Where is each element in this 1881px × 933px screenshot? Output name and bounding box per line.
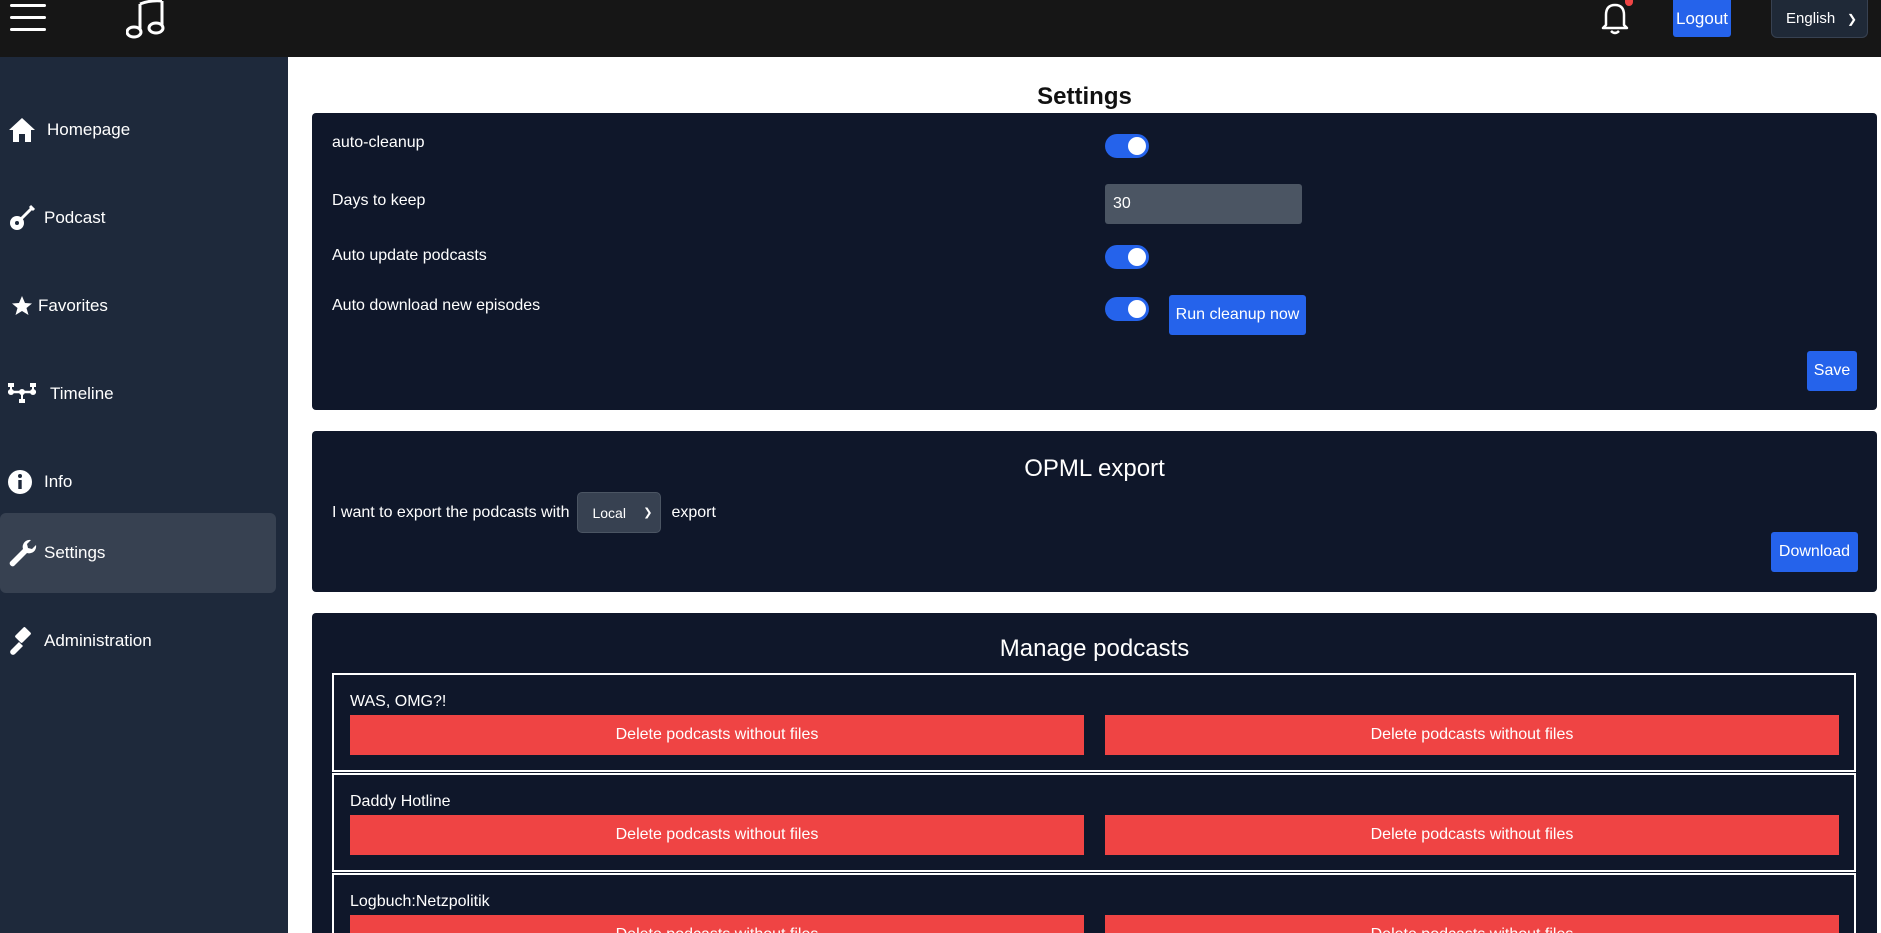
download-button[interactable]: Download xyxy=(1771,532,1858,572)
opml-export-line: I want to export the podcasts with Local… xyxy=(332,492,716,533)
gavel-icon xyxy=(10,627,31,655)
logout-button[interactable]: Logout xyxy=(1673,0,1731,37)
auto-cleanup-label: auto-cleanup xyxy=(332,134,425,151)
delete-podcasts-button[interactable]: Delete podcasts without files xyxy=(350,915,1084,933)
sidebar-item-homepage[interactable]: Homepage xyxy=(0,90,276,170)
delete-podcasts-button[interactable]: Delete podcasts without files xyxy=(1105,915,1839,933)
sidebar-item-settings[interactable]: Settings xyxy=(0,513,276,593)
page-title: Settings xyxy=(1037,83,1132,110)
sidebar-item-administration[interactable]: Administration xyxy=(0,601,276,681)
chevron-down-icon: ❯ xyxy=(643,507,653,519)
sidebar: Homepage Podcast Favorites Timeline Info… xyxy=(0,57,288,933)
guitar-icon xyxy=(10,204,36,230)
settings-card: auto-cleanup Days to keep Auto update po… xyxy=(312,113,1877,410)
menu-icon[interactable] xyxy=(8,2,48,32)
delete-podcasts-button[interactable]: Delete podcasts without files xyxy=(1105,715,1839,755)
sidebar-item-podcast[interactable]: Podcast xyxy=(0,178,276,258)
manage-podcasts-card: Manage podcasts WAS, OMG?! Delete podcas… xyxy=(312,613,1877,933)
opml-prefix-text: I want to export the podcasts with xyxy=(332,503,570,521)
podcast-item: WAS, OMG?! Delete podcasts without files… xyxy=(332,673,1856,772)
star-icon xyxy=(12,296,32,315)
opml-export-card: OPML export I want to export the podcast… xyxy=(312,431,1877,592)
music-note-icon[interactable] xyxy=(126,0,168,40)
podcast-item: Daddy Hotline Delete podcasts without fi… xyxy=(332,773,1856,872)
sidebar-item-favorites[interactable]: Favorites xyxy=(0,266,276,346)
top-bar: Logout English ❯ xyxy=(0,0,1881,57)
days-to-keep-input[interactable] xyxy=(1105,184,1302,224)
delete-podcasts-button[interactable]: Delete podcasts without files xyxy=(350,815,1084,855)
opml-suffix-text: export xyxy=(671,503,716,521)
auto-cleanup-toggle[interactable] xyxy=(1105,134,1149,158)
home-icon xyxy=(9,118,35,142)
sidebar-item-label: Favorites xyxy=(38,296,108,315)
delete-podcasts-button[interactable]: Delete podcasts without files xyxy=(1105,815,1839,855)
days-to-keep-label: Days to keep xyxy=(332,192,426,209)
sidebar-item-label: Administration xyxy=(44,631,152,650)
chevron-down-icon: ❯ xyxy=(1846,11,1857,26)
save-button[interactable]: Save xyxy=(1807,351,1857,391)
wrench-icon xyxy=(9,539,37,567)
sidebar-item-timeline[interactable]: Timeline xyxy=(0,354,276,434)
main-content: Settings auto-cleanup Days to keep Auto … xyxy=(288,57,1881,933)
podcast-item: Logbuch:Netzpolitik Delete podcasts with… xyxy=(332,873,1856,933)
manage-title: Manage podcasts xyxy=(999,635,1190,662)
podcast-name: WAS, OMG?! xyxy=(350,693,447,710)
sidebar-item-info[interactable]: Info xyxy=(0,442,276,522)
sidebar-item-label: Homepage xyxy=(47,120,131,139)
auto-download-label: Auto download new episodes xyxy=(332,297,541,314)
timeline-icon xyxy=(8,383,36,403)
info-icon xyxy=(8,470,32,494)
run-cleanup-button[interactable]: Run cleanup now xyxy=(1169,295,1306,335)
sidebar-item-label: Info xyxy=(44,472,73,491)
language-select[interactable]: English ❯ xyxy=(1771,0,1868,38)
export-type-select[interactable]: Local ❯ xyxy=(577,492,662,533)
export-type-value: Local xyxy=(592,504,626,521)
sidebar-item-label: Settings xyxy=(44,543,106,562)
auto-download-toggle[interactable] xyxy=(1105,297,1149,321)
delete-podcasts-button[interactable]: Delete podcasts without files xyxy=(350,715,1084,755)
podcast-name: Logbuch:Netzpolitik xyxy=(350,893,490,910)
opml-title: OPML export xyxy=(1024,455,1165,482)
sidebar-item-label: Timeline xyxy=(50,384,114,403)
sidebar-item-label: Podcast xyxy=(44,208,106,227)
language-value: English xyxy=(1786,10,1836,27)
auto-update-label: Auto update podcasts xyxy=(332,247,487,264)
podcast-name: Daddy Hotline xyxy=(350,793,451,810)
auto-update-toggle[interactable] xyxy=(1105,245,1149,269)
